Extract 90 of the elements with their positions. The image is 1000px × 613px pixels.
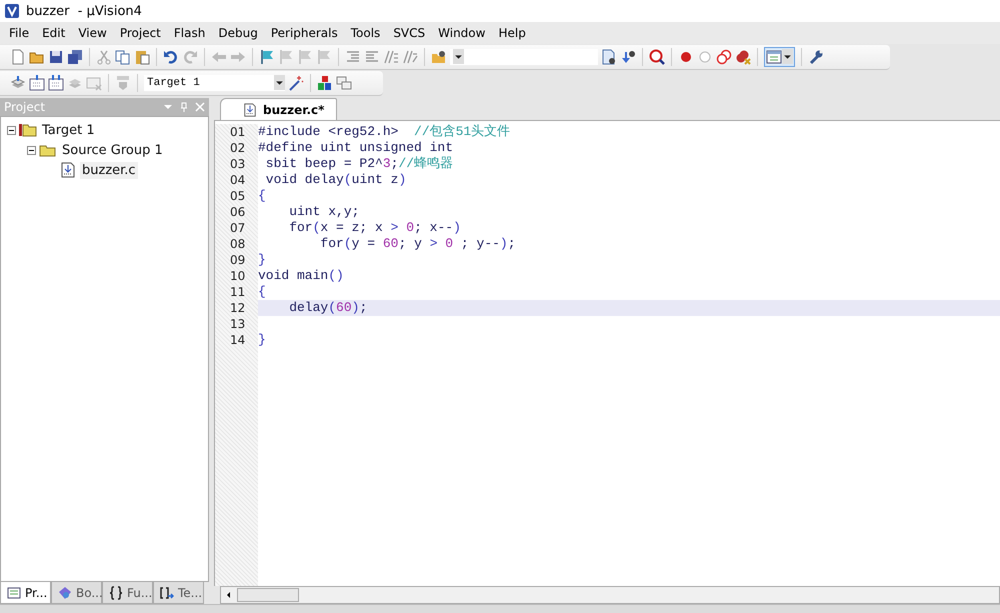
breakpoints-icon[interactable] [716,48,732,64]
menu-item[interactable]: Help [493,26,531,40]
panel-tab[interactable]: Te... [153,582,204,604]
components-icon[interactable] [317,74,333,90]
tree-item[interactable]: Target 1 [40,122,97,138]
line-number: 09 [229,252,246,268]
magic-wand-icon[interactable] [288,74,304,90]
indent-icon[interactable] [345,48,361,64]
line-number: 14 [229,332,246,348]
code-line: } [258,252,267,268]
menu-item[interactable]: View [73,26,112,40]
line-number: 13 [229,316,246,332]
window-title: buzzer - µVision4 [26,4,142,18]
target-select[interactable]: Target 1 [144,74,285,90]
cut-icon[interactable] [96,48,112,64]
find-document-icon[interactable] [601,48,617,64]
editor-tab[interactable]: buzzer.c* [220,98,338,120]
copy-icon[interactable] [115,48,131,64]
debug-magnifier-icon[interactable] [649,48,665,64]
flag-icon[interactable] [259,48,275,64]
build-icon[interactable] [29,74,45,90]
caret-icon [274,75,285,90]
new-file-icon[interactable] [10,48,26,64]
file-icon [59,162,77,178]
menu-item[interactable]: Window [433,26,490,40]
horizontal-scrollbar[interactable] [220,586,1000,604]
rebuild-icon[interactable] [48,74,64,90]
line-number: 05 [229,188,246,204]
collapse-toggle-icon[interactable] [7,126,16,134]
scroll-thumb[interactable] [237,588,299,602]
app-logo-icon [4,3,20,19]
line-number: 01 [229,124,246,140]
translate-icon[interactable] [10,74,26,90]
menu-item[interactable]: File [4,26,34,40]
menu-item[interactable]: Debug [213,26,263,40]
window-icon [766,48,782,64]
code-line: sbit beep = P2^3;//蜂鸣器 [264,156,454,172]
menu-item[interactable]: Edit [37,26,70,40]
code-line: { [258,188,267,204]
code-line: #define uint unsigned int [258,140,454,156]
save-icon[interactable] [48,48,64,64]
file-icon [243,102,257,116]
menu-item[interactable]: Tools [346,26,386,40]
undo-icon[interactable] [163,48,179,64]
panel-title: Project [4,100,46,114]
paste-icon[interactable] [134,48,150,64]
code-line: for(x = z; x > 0; x--) [288,220,462,236]
menu-item[interactable]: Peripherals [266,26,343,40]
window-layout-button[interactable] [764,46,795,66]
code-line: void main() [258,268,345,284]
template-icon [160,586,174,600]
menu-item[interactable]: Flash [168,26,210,40]
line-number: 10 [229,268,246,284]
line-number: 03 [229,156,246,172]
menu-item[interactable]: Project [114,26,166,40]
code-line: void delay(uint z) [264,172,408,188]
collapse-toggle-icon[interactable] [27,146,36,154]
book-icon [58,586,72,600]
find-field[interactable] [450,48,598,64]
panel-tab[interactable]: Bo... [51,582,102,604]
panel-tab[interactable]: Fu... [102,582,153,604]
panel-tab[interactable]: Pr... [0,582,51,604]
code-line: { [258,284,267,300]
tree-item[interactable]: Source Group 1 [60,142,165,158]
windows-icon[interactable] [336,74,352,90]
tree-item[interactable]: buzzer.c [80,162,138,178]
comment-icon[interactable] [383,48,399,64]
caret-icon [782,49,793,64]
code-line: for(y = 60; y > 0 ; y--); [319,236,517,252]
code-line: #include <reg52.h> //包含51头文件 [258,124,512,140]
braces-icon [109,586,123,600]
save-all-icon[interactable] [67,48,83,64]
line-number: 08 [229,236,246,252]
line-number: 04 [229,172,246,188]
target-folder-icon [19,122,37,138]
menu-item[interactable]: SVCS [388,26,430,40]
line-number: 06 [229,204,246,220]
find-in-files-icon[interactable] [431,48,447,64]
line-number: 11 [229,284,246,300]
code-line: } [258,332,267,348]
line-number: 12 [229,300,246,316]
line-number: 02 [229,140,246,156]
clear-breakpoints-icon[interactable] [735,48,751,64]
line-number: 07 [229,220,246,236]
caret-icon [453,49,464,64]
unindent-icon[interactable] [364,48,380,64]
wrench-icon[interactable] [808,48,824,64]
code-line: uint x,y; [288,204,360,220]
list-window-icon [7,586,21,600]
uncomment-icon[interactable] [402,48,418,64]
